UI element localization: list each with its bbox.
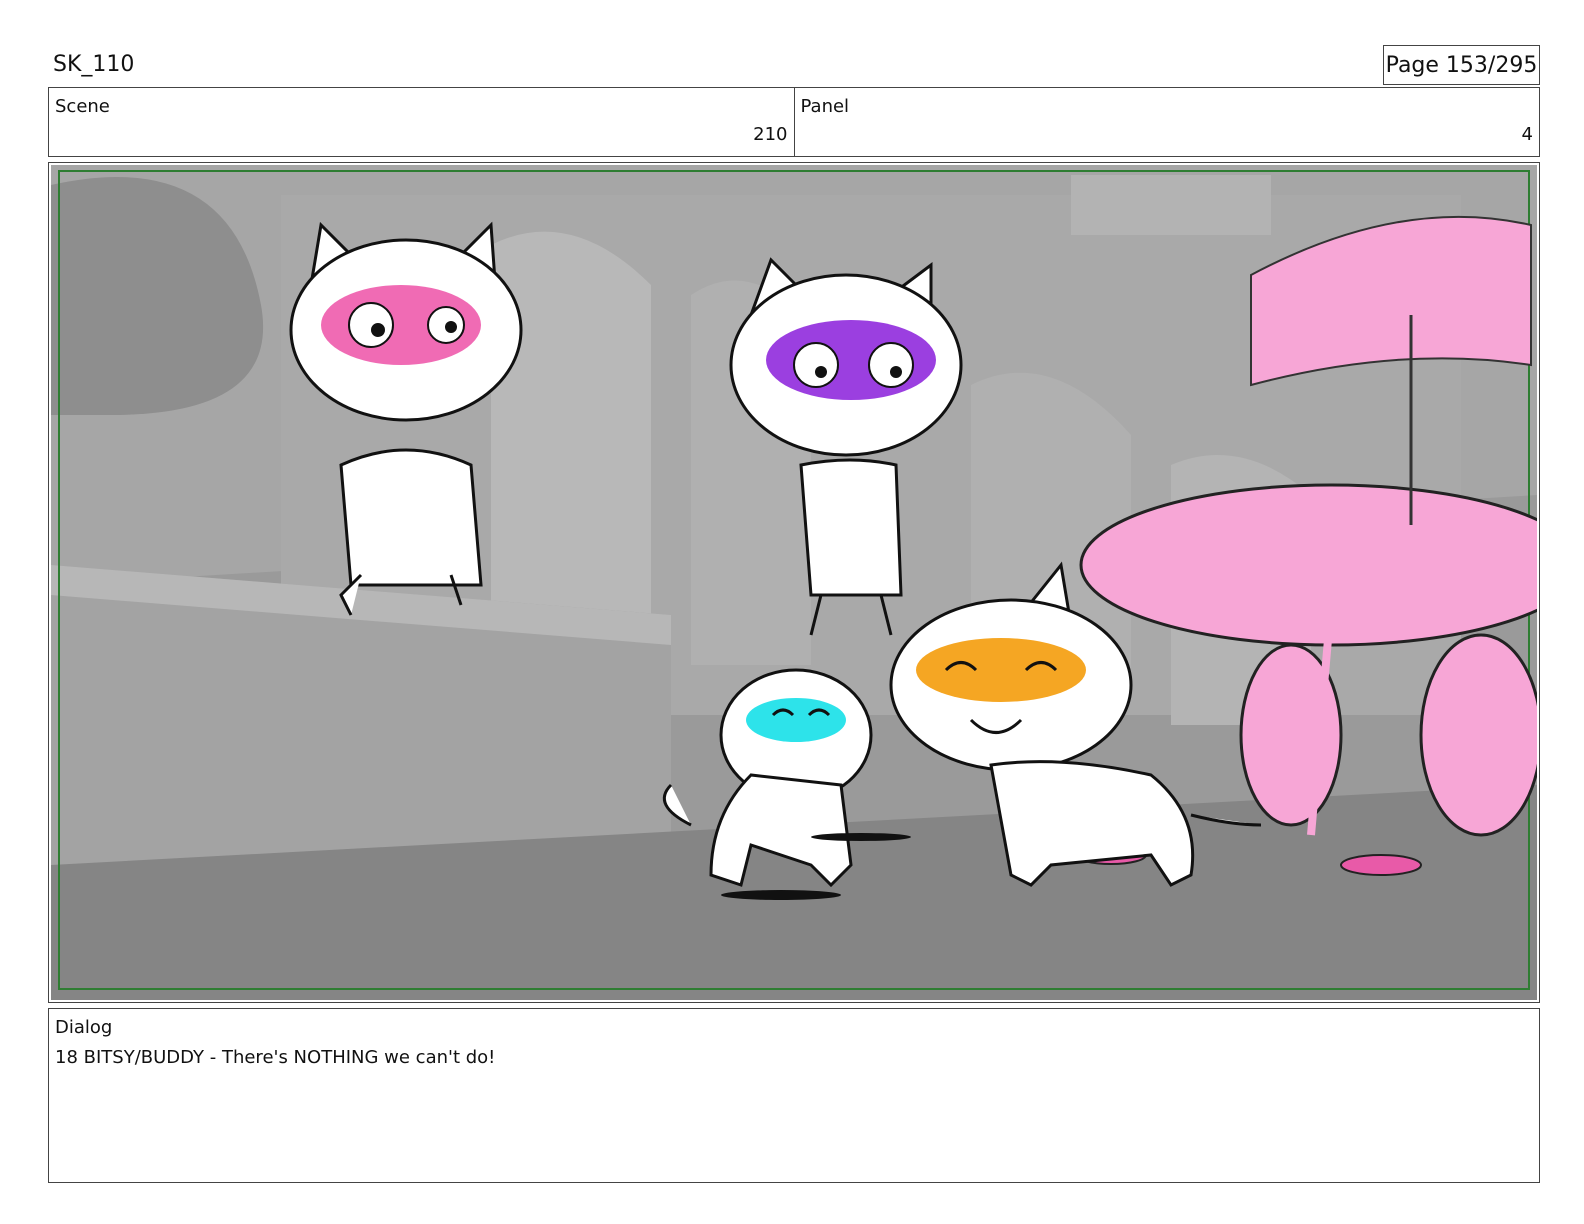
scene-panel-row: Scene 210 Panel 4 bbox=[48, 87, 1540, 157]
dialog-label: Dialog bbox=[55, 1017, 113, 1038]
document-title: SK_110 bbox=[53, 52, 135, 77]
dialog-box: Dialog 18 BITSY/BUDDY - There's NOTHING … bbox=[48, 1008, 1540, 1183]
panel-label: Panel bbox=[800, 96, 850, 117]
storyboard-illustration bbox=[51, 165, 1537, 1000]
storyboard-panel bbox=[48, 162, 1540, 1003]
dialog-text: 18 BITSY/BUDDY - There's NOTHING we can'… bbox=[55, 1047, 496, 1068]
scene-label: Scene bbox=[55, 96, 110, 117]
page-number: Page 153/295 bbox=[1383, 45, 1540, 85]
panel-value: 4 bbox=[1521, 124, 1533, 145]
panel-cell: Panel 4 bbox=[793, 88, 1540, 156]
scene-value: 210 bbox=[753, 124, 788, 145]
scene-cell: Scene 210 bbox=[49, 88, 794, 156]
